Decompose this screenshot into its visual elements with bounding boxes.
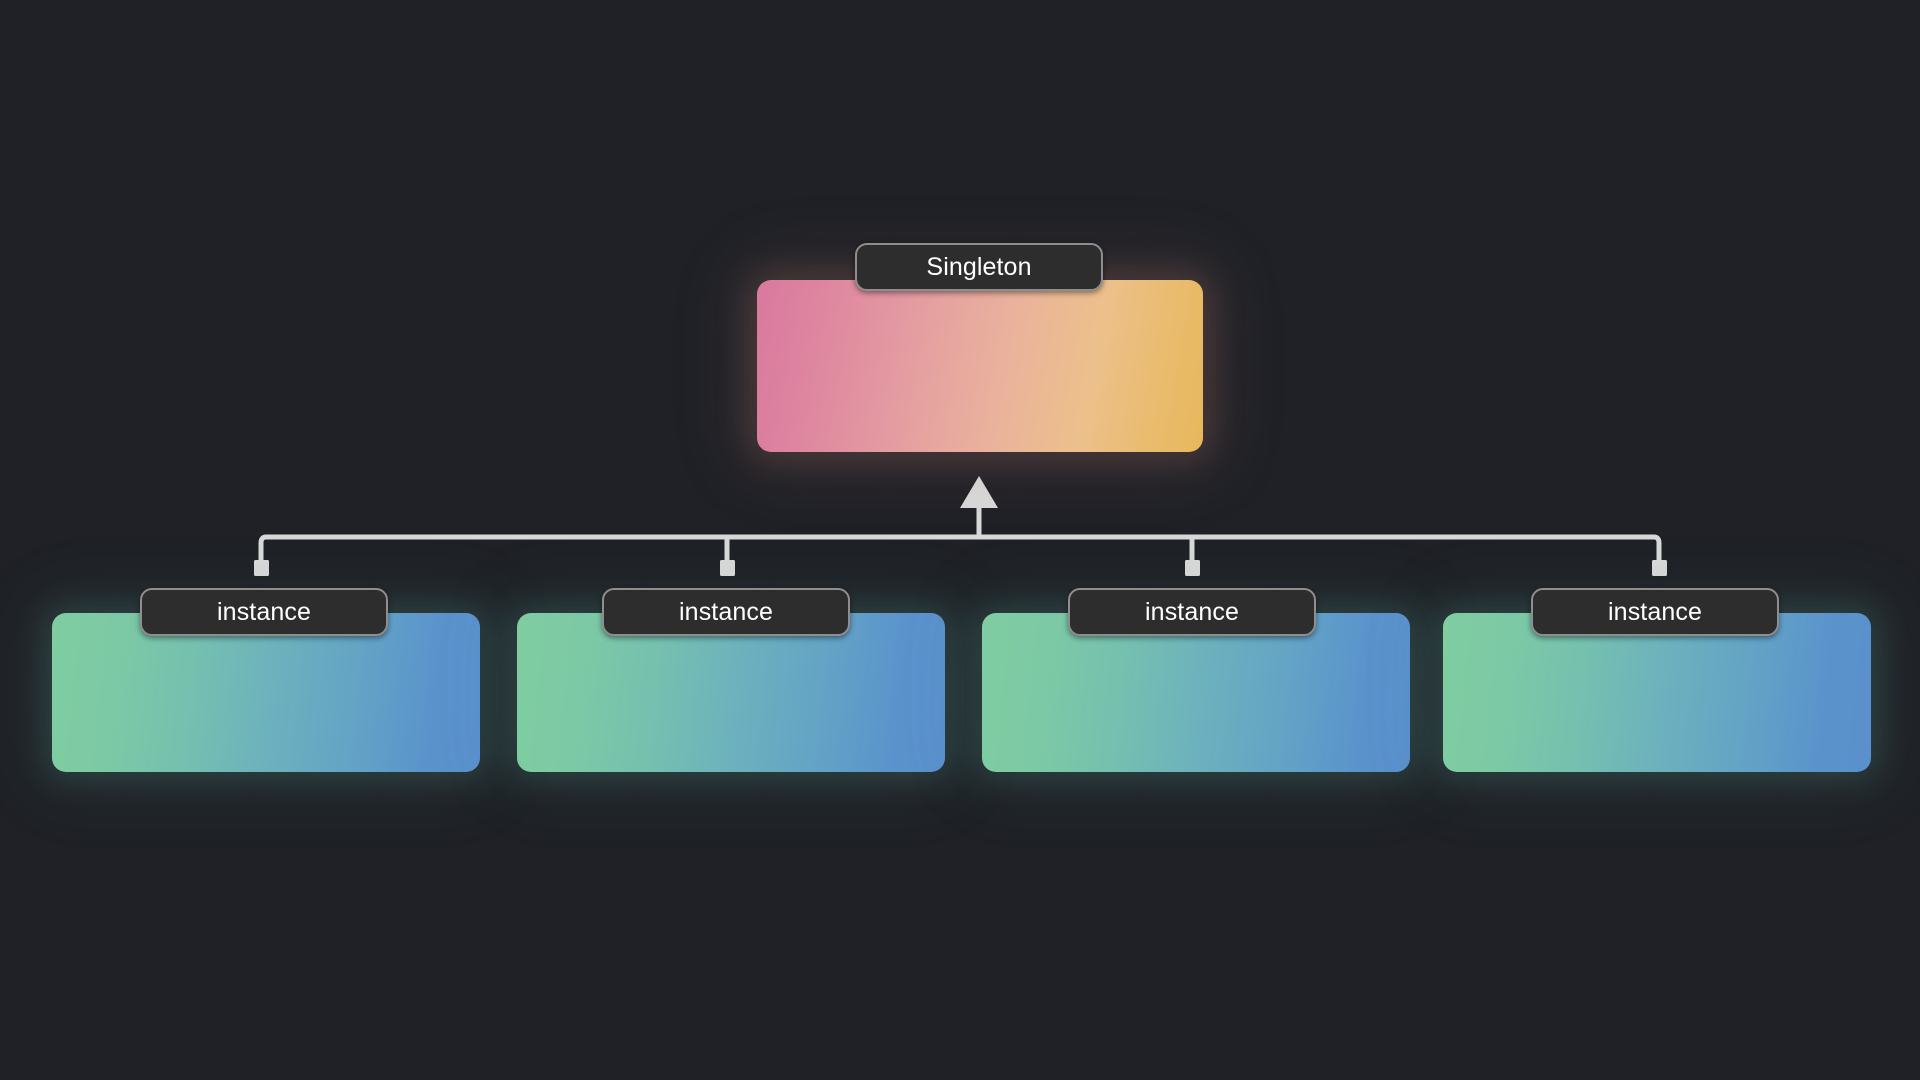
instance-label-text: instance xyxy=(679,597,773,626)
branch-path-4 xyxy=(1648,534,1662,562)
instance-card[interactable] xyxy=(52,613,480,772)
instance-label-text: instance xyxy=(217,597,311,626)
instance-card[interactable] xyxy=(1443,613,1871,772)
instance-label-pill[interactable]: instance xyxy=(1068,588,1316,636)
endpoint-marker-2 xyxy=(720,560,735,576)
diagram-canvas: Singleton instance instance instance ins… xyxy=(0,0,1920,1080)
instance-label-text: instance xyxy=(1145,597,1239,626)
instance-label-pill[interactable]: instance xyxy=(140,588,388,636)
instance-label-pill[interactable]: instance xyxy=(1531,588,1779,636)
instance-card[interactable] xyxy=(982,613,1410,772)
connector-layer xyxy=(254,476,1667,576)
arrow-head-icon xyxy=(960,476,998,508)
singleton-label-text: Singleton xyxy=(926,252,1032,281)
instance-label-pill[interactable]: instance xyxy=(602,588,850,636)
endpoint-marker-1 xyxy=(254,560,269,576)
instance-card[interactable] xyxy=(517,613,945,772)
singleton-label-pill[interactable]: Singleton xyxy=(855,243,1103,291)
branch-path-1 xyxy=(258,534,272,562)
endpoint-marker-4 xyxy=(1652,560,1667,576)
singleton-card[interactable] xyxy=(757,280,1203,452)
instance-label-text: instance xyxy=(1608,597,1702,626)
endpoint-marker-3 xyxy=(1185,560,1200,576)
